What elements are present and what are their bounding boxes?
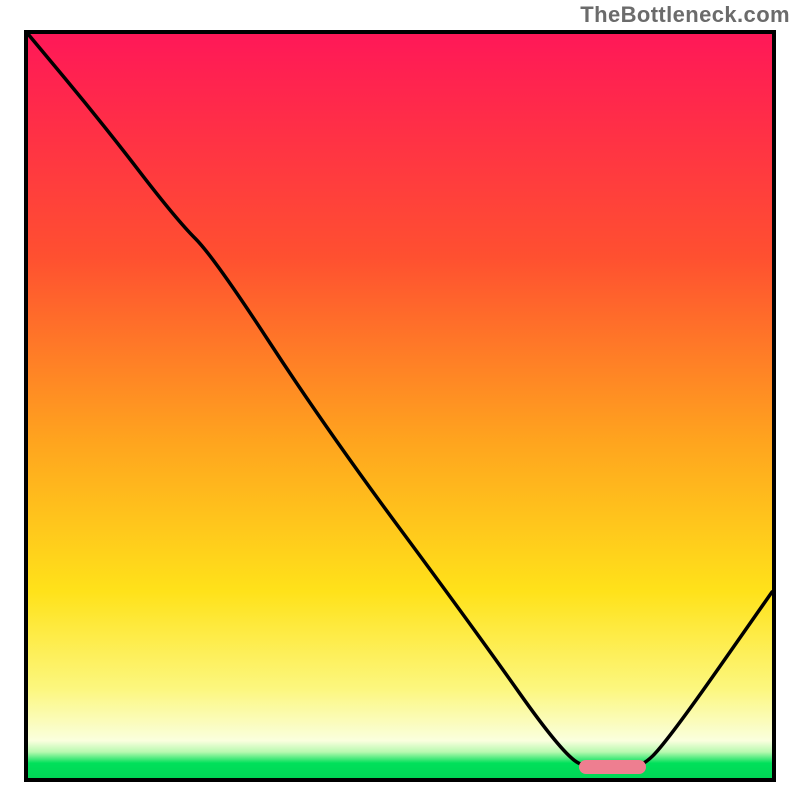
- attribution-label: TheBottleneck.com: [580, 2, 790, 28]
- plot-area: [24, 30, 776, 782]
- optimal-marker: [579, 760, 646, 774]
- chart-container: TheBottleneck.com: [0, 0, 800, 800]
- curve-layer: [28, 34, 772, 778]
- bottleneck-curve: [28, 34, 772, 771]
